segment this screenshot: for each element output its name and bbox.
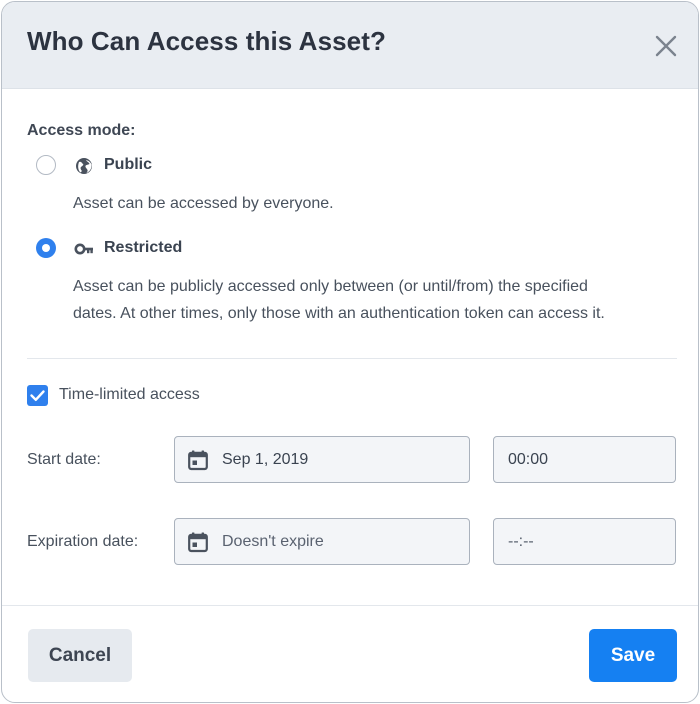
start-date-label: Start date: [27, 451, 101, 468]
dialog-title: Who Can Access this Asset? [27, 26, 386, 56]
calendar-icon [188, 450, 208, 471]
access-mode-label: Access mode: [27, 122, 136, 139]
start-date-input[interactable]: Sep 1, 2019 [174, 436, 470, 483]
restricted-radio[interactable] [36, 238, 56, 258]
expiration-time-input[interactable]: --:-- [493, 518, 676, 565]
expiration-date-label: Expiration date: [27, 533, 139, 550]
start-date-value: Sep 1, 2019 [222, 451, 309, 468]
expiration-date-input[interactable]: Doesn't expire [174, 518, 470, 565]
radio-option-public[interactable]: Public [36, 155, 236, 177]
radio-option-restricted[interactable]: Restricted [36, 238, 236, 260]
restricted-description-line-2: dates. At other times, only those with a… [73, 305, 605, 322]
dialog-header: Who Can Access this Asset? [2, 2, 698, 89]
calendar-icon [188, 532, 208, 553]
time-limited-label: Time-limited access [59, 386, 200, 403]
restricted-label: Restricted [104, 239, 183, 256]
key-icon [74, 243, 93, 255]
expiration-date-placeholder: Doesn't expire [222, 533, 324, 550]
public-description: Asset can be accessed by everyone. [73, 195, 334, 212]
globe-icon [76, 158, 92, 174]
restricted-description: Asset can be publicly accessed only betw… [73, 273, 605, 327]
save-button[interactable]: Save [589, 629, 677, 682]
start-time-value: 00:00 [508, 451, 549, 468]
access-dialog: Who Can Access this Asset? Access mode: … [1, 1, 699, 703]
start-time-input[interactable]: 00:00 [493, 436, 676, 483]
checkmark-icon [30, 390, 45, 401]
public-label: Public [104, 156, 153, 173]
restricted-description-line-1: Asset can be publicly accessed only betw… [73, 278, 588, 295]
public-radio[interactable] [36, 155, 56, 175]
close-icon[interactable] [652, 32, 680, 60]
footer-divider [2, 605, 698, 606]
time-limited-checkbox[interactable] [27, 385, 48, 406]
cancel-button[interactable]: Cancel [28, 629, 132, 682]
expiration-time-placeholder: --:-- [508, 533, 534, 550]
section-divider [27, 358, 677, 359]
